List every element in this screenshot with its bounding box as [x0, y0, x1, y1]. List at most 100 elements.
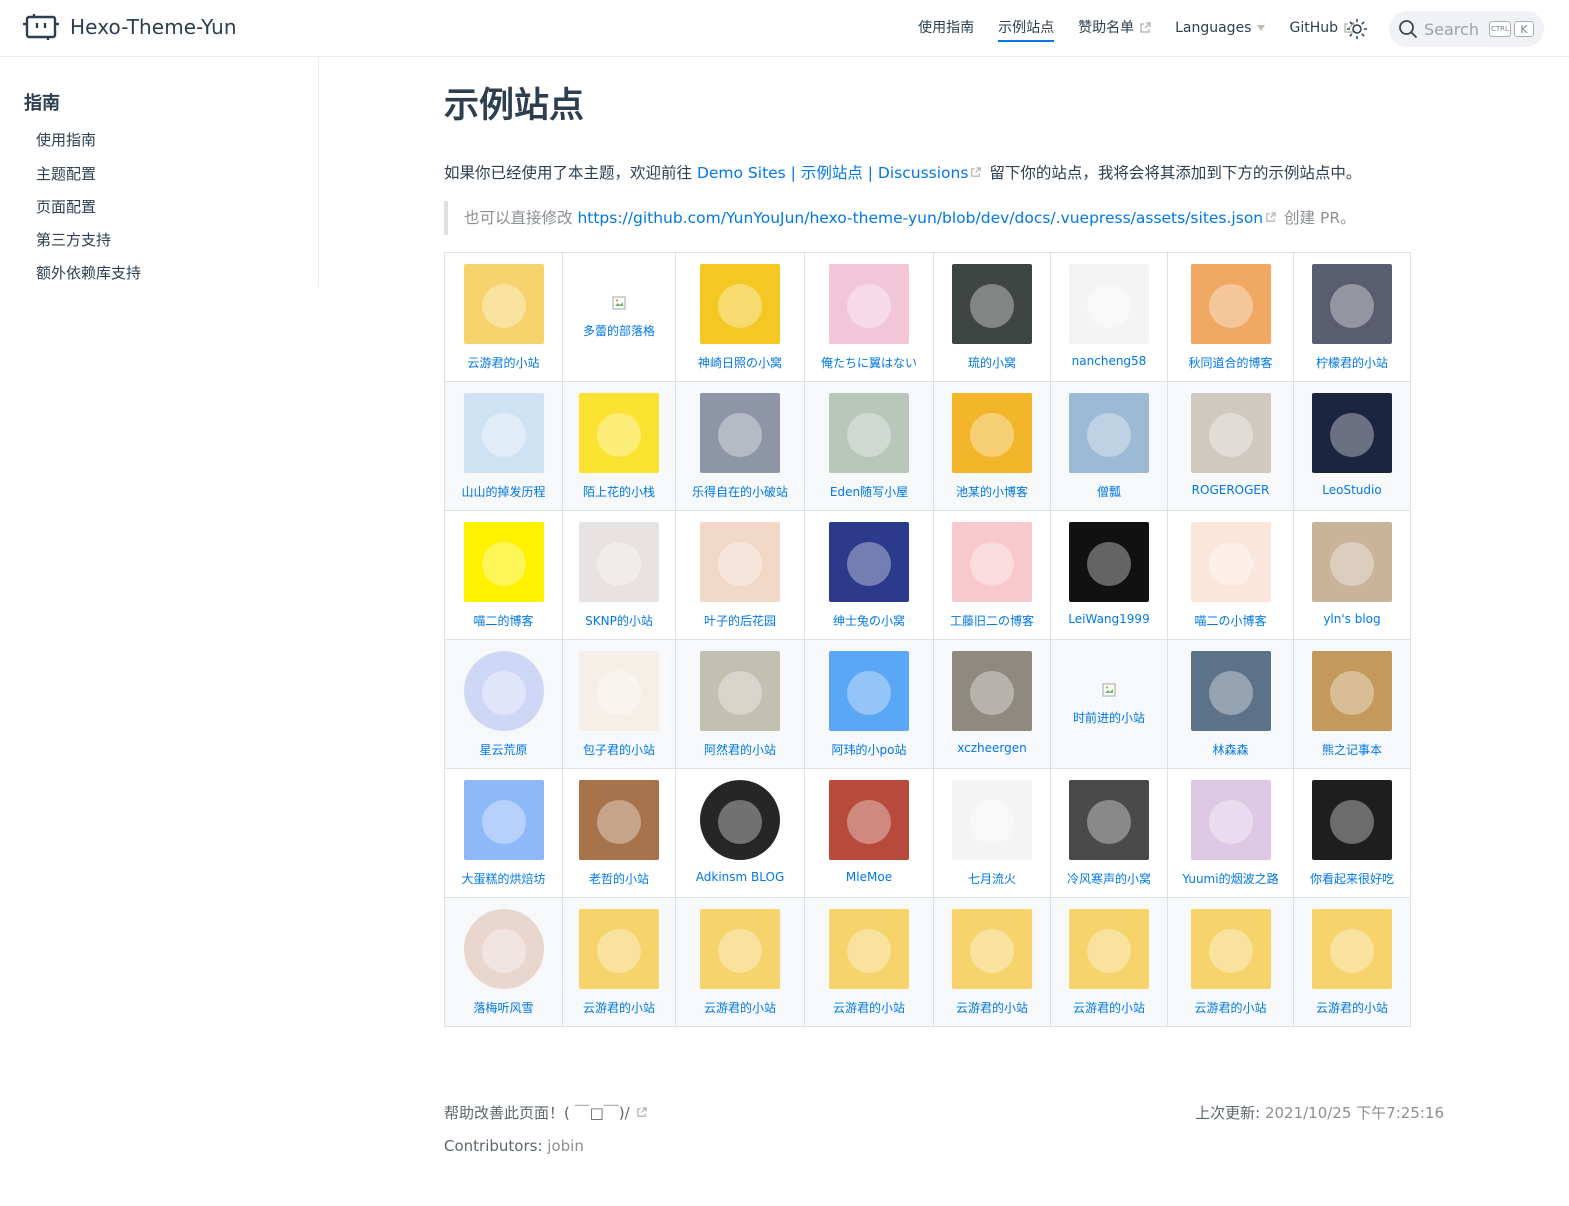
site-avatar[interactable]	[829, 909, 909, 989]
site-avatar[interactable]	[1069, 909, 1149, 989]
sidebar-item-config[interactable]: 主题配置	[36, 163, 96, 184]
sidebar-item-guide[interactable]: 使用指南	[36, 129, 96, 150]
site-name-link[interactable]: 池某的小博客	[956, 483, 1028, 500]
site-card[interactable]: 云游君的小站	[676, 898, 804, 1026]
site-card[interactable]: 云游君的小站	[934, 898, 1050, 1026]
site-avatar[interactable]	[952, 264, 1032, 344]
site-avatar[interactable]	[1069, 393, 1149, 473]
site-card[interactable]: 池某的小博客	[934, 382, 1050, 510]
site-name-link[interactable]: 时前进的小站	[1073, 709, 1145, 726]
site-name-link[interactable]: 喵二的博客	[473, 612, 533, 629]
site-avatar[interactable]	[579, 522, 659, 602]
site-avatar[interactable]	[579, 909, 659, 989]
site-card[interactable]: 落梅听风雪	[445, 898, 562, 1026]
site-card[interactable]: 陌上花的小栈	[563, 382, 675, 510]
site-name-link[interactable]: 大蛋糕的烘焙坊	[461, 870, 545, 887]
site-card[interactable]: Adkinsm BLOG	[676, 769, 804, 897]
site-avatar[interactable]	[952, 651, 1032, 731]
site-name-link[interactable]: 喵二の小博客	[1194, 612, 1266, 629]
site-card[interactable]: 林森森	[1168, 640, 1293, 768]
site-name-link[interactable]: 云游君的小站	[467, 354, 539, 371]
nav-item-guide[interactable]: 使用指南	[918, 16, 974, 40]
site-card[interactable]: 绅士兔の小窝	[805, 511, 933, 639]
site-card[interactable]: 你看起来很好吃	[1294, 769, 1410, 897]
site-name-link[interactable]: 工藤旧二の博客	[950, 612, 1034, 629]
site-avatar[interactable]	[829, 780, 909, 860]
site-name-link[interactable]: 冷风寒声的小窝	[1067, 870, 1151, 887]
site-card[interactable]: 琉的小窝	[934, 253, 1050, 381]
site-name-link[interactable]: 熊之记事本	[1322, 741, 1382, 758]
site-card[interactable]: 熊之记事本	[1294, 640, 1410, 768]
site-avatar[interactable]	[700, 264, 780, 344]
site-avatar[interactable]	[1069, 264, 1149, 344]
site-name-link[interactable]: 林森森	[1212, 741, 1248, 758]
site-card[interactable]: 山山的掉发历程	[445, 382, 562, 510]
sidebar-item-third-party[interactable]: 第三方支持	[36, 229, 111, 250]
site-card[interactable]: 喵二の小博客	[1168, 511, 1293, 639]
site-avatar[interactable]	[952, 393, 1032, 473]
site-card[interactable]: 叶子的后花园	[676, 511, 804, 639]
site-avatar[interactable]	[463, 651, 544, 731]
site-card[interactable]: xczheergen	[934, 640, 1050, 768]
site-name-link[interactable]: Eden随写小屋	[830, 483, 908, 500]
site-name-link[interactable]: 七月流火	[968, 870, 1016, 887]
site-avatar[interactable]	[829, 393, 909, 473]
site-card[interactable]: LeoStudio	[1294, 382, 1410, 510]
site-name-link[interactable]: 云游君的小站	[704, 999, 776, 1016]
site-name-link[interactable]: 云游君的小站	[1316, 999, 1388, 1016]
site-name-link[interactable]: 多蕾的部落格	[583, 322, 655, 339]
site-name-link[interactable]: 落梅听风雪	[473, 999, 533, 1016]
site-avatar[interactable]	[1190, 909, 1271, 989]
site-card[interactable]: 秋同道合的博客	[1168, 253, 1293, 381]
site-card[interactable]: 云游君的小站	[445, 253, 562, 381]
site-avatar[interactable]	[579, 393, 659, 473]
site-name-link[interactable]: 包子君的小站	[583, 741, 655, 758]
site-card[interactable]: 老哲的小站	[563, 769, 675, 897]
site-card[interactable]: MleMoe	[805, 769, 933, 897]
site-card[interactable]: 神崎日照の小窝	[676, 253, 804, 381]
site-name-link[interactable]: 叶子的后花园	[704, 612, 776, 629]
site-avatar[interactable]	[463, 393, 544, 473]
site-card[interactable]: yln's blog	[1294, 511, 1410, 639]
site-name-link[interactable]: 阿玮的小po站	[832, 741, 907, 758]
site-name-link[interactable]: 绅士兔の小窝	[833, 612, 905, 629]
site-card[interactable]: 云游君的小站	[1168, 898, 1293, 1026]
site-name-link[interactable]: nancheng58	[1072, 354, 1147, 368]
site-card[interactable]: 喵二的博客	[445, 511, 562, 639]
site-avatar[interactable]	[829, 522, 909, 602]
site-card[interactable]: 时前进的小站	[1051, 640, 1167, 768]
site-name-link[interactable]: 云游君的小站	[1194, 999, 1266, 1016]
site-avatar[interactable]	[700, 522, 780, 602]
site-name-link[interactable]: 僧瓢	[1097, 483, 1121, 500]
site-card[interactable]: ROGEROGER	[1168, 382, 1293, 510]
site-card[interactable]: Eden随写小屋	[805, 382, 933, 510]
site-avatar[interactable]	[700, 393, 780, 473]
site-avatar[interactable]	[1312, 522, 1392, 602]
site-avatar[interactable]	[579, 651, 659, 731]
site-card[interactable]: 僧瓢	[1051, 382, 1167, 510]
site-avatar[interactable]	[1190, 651, 1271, 731]
site-avatar[interactable]	[952, 909, 1032, 989]
site-avatar[interactable]	[1312, 651, 1392, 731]
site-avatar[interactable]	[1069, 780, 1149, 860]
site-name-link[interactable]: 阿然君的小站	[704, 741, 776, 758]
site-card[interactable]: 云游君的小站	[1051, 898, 1167, 1026]
site-name-link[interactable]: Adkinsm BLOG	[696, 870, 785, 884]
site-avatar[interactable]	[1190, 780, 1271, 860]
site-avatar[interactable]	[700, 780, 780, 860]
site-card[interactable]: 包子君的小站	[563, 640, 675, 768]
site-card[interactable]: 多蕾的部落格	[563, 253, 675, 381]
site-name-link[interactable]: 柠檬君的小站	[1316, 354, 1388, 371]
site-name-link[interactable]: MleMoe	[846, 870, 892, 884]
discussions-link[interactable]: Demo Sites | 示例站点 | Discussions	[697, 164, 968, 182]
site-avatar[interactable]	[829, 651, 909, 731]
site-avatar[interactable]	[1312, 393, 1392, 473]
site-card[interactable]: 阿然君的小站	[676, 640, 804, 768]
site-name-link[interactable]: 俺たちに翼はない	[821, 354, 917, 371]
site-avatar[interactable]	[579, 780, 659, 860]
site-card[interactable]: 七月流火	[934, 769, 1050, 897]
site-avatar[interactable]	[952, 522, 1032, 602]
site-card[interactable]: 冷风寒声的小窝	[1051, 769, 1167, 897]
site-avatar[interactable]	[463, 522, 544, 602]
site-card[interactable]: 星云荒原	[445, 640, 562, 768]
